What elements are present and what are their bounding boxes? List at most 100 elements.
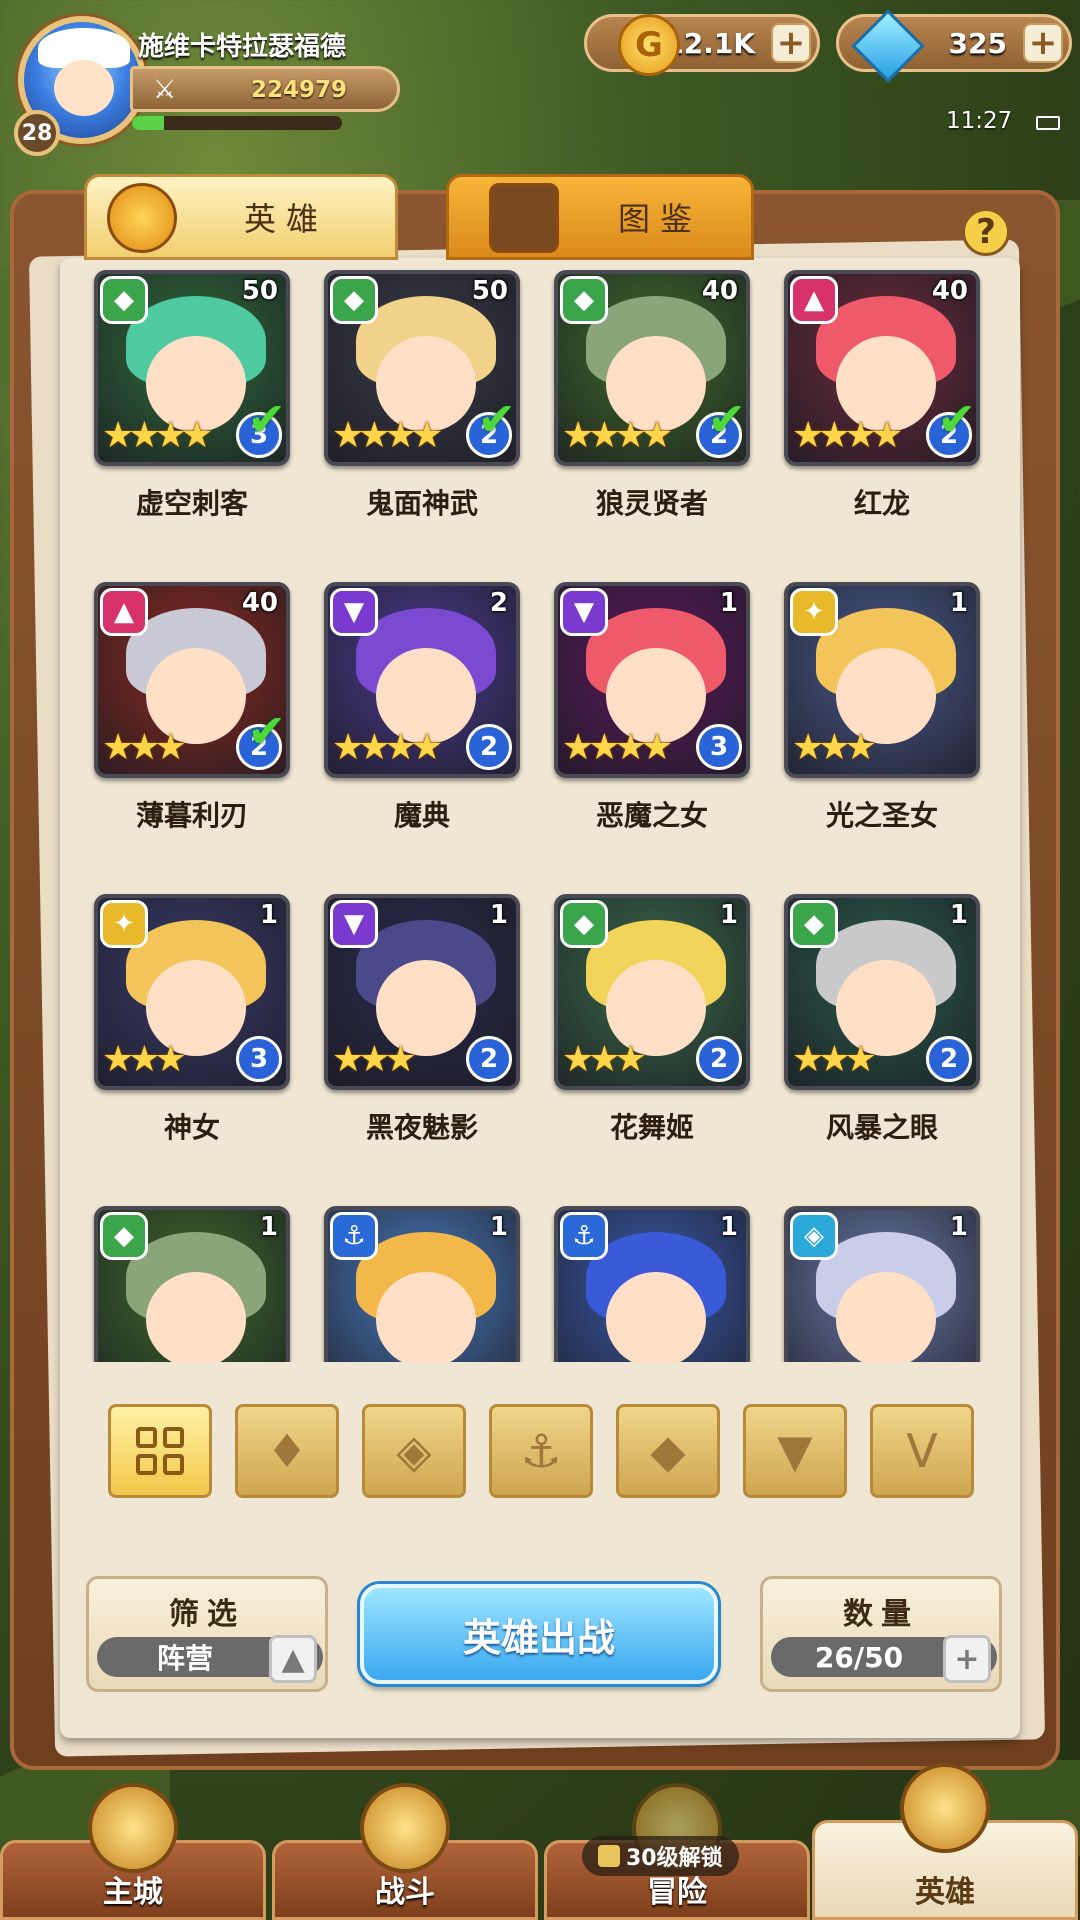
- hero-card[interactable]: ◆ 40 ★★★★ 2 ✔ 狼灵贤者: [554, 270, 750, 522]
- hero-card[interactable]: ◆ 1 ★★★ 2 风暴之眼: [784, 894, 980, 1146]
- faction-beast-icon: ◆: [560, 900, 608, 948]
- hero-name: 薄暮利刃: [135, 799, 248, 832]
- nav-battle-label: 战斗: [375, 1875, 435, 1910]
- hero-card[interactable]: ◈ 1: [784, 1206, 980, 1362]
- faction-demon-icon: ▼: [560, 588, 608, 636]
- gem-value: 325: [948, 27, 1007, 60]
- faction-dragon-icon: ▲: [790, 276, 838, 324]
- hero-level: 1: [489, 1212, 508, 1242]
- filter-nature-button[interactable]: ◈: [362, 1404, 466, 1498]
- hero-portrait: ◆ 1 ★★★ 2: [784, 894, 980, 1090]
- hero-portrait: ◆ 50 ★★★★ 3 ✔: [94, 270, 290, 466]
- filter-toggle-button[interactable]: ▲: [269, 1635, 317, 1683]
- hero-card[interactable]: ▲ 40 ★★★★ 2 ✔ 红龙: [784, 270, 980, 522]
- hero-level: 2: [489, 588, 508, 618]
- deployed-check-icon: ✔: [247, 704, 286, 758]
- nav-main-city[interactable]: 主城: [0, 1783, 266, 1920]
- star-rating: ★★★★: [102, 415, 213, 456]
- rank-badge: 2: [466, 724, 512, 770]
- player-name: 施维卡特拉瑟福德: [138, 32, 347, 62]
- hero-face: [376, 1272, 476, 1362]
- star-rating: ★★★★: [332, 415, 443, 456]
- hero-card[interactable]: ◆ 50 ★★★★ 3 ✔ 虚空刺客: [94, 270, 290, 522]
- star-rating: ★★★: [102, 1039, 187, 1080]
- count-label: 数量: [843, 1597, 919, 1632]
- hero-level: 1: [949, 900, 968, 930]
- hero-name: 鬼面神武: [365, 487, 478, 520]
- faction-beast-icon: ◆: [790, 900, 838, 948]
- tab-heroes[interactable]: 英雄: [84, 174, 398, 260]
- count-panel: 数量 26/50 +: [760, 1576, 1002, 1692]
- hero-face: [146, 1272, 246, 1362]
- star-rating: ★★★★: [562, 415, 673, 456]
- faction-beast-icon: ◆: [100, 276, 148, 324]
- crossed-swords-icon: [360, 1783, 450, 1873]
- hero-level: 50: [241, 276, 278, 306]
- helmet-icon: [107, 183, 177, 253]
- hero-card[interactable]: ▲ 40 ★★★ 2 ✔ 薄暮利刃: [94, 582, 290, 834]
- add-gold-button[interactable]: +: [771, 23, 811, 63]
- faction-beast-icon: ◆: [330, 276, 378, 324]
- nav-heroes[interactable]: 英雄: [812, 1763, 1078, 1920]
- deployed-check-icon: ✔: [937, 392, 976, 446]
- nav-battle[interactable]: 战斗: [272, 1783, 538, 1920]
- hero-card[interactable]: ◆ 1: [94, 1206, 290, 1362]
- deploy-heroes-button[interactable]: 英雄出战: [360, 1584, 718, 1684]
- holy-wings-icon: V: [906, 1424, 938, 1478]
- hero-card[interactable]: ◆ 1 ★★★ 2 花舞姬: [554, 894, 750, 1146]
- star-rating: ★★★: [102, 727, 187, 768]
- tab-codex[interactable]: 图鉴: [446, 174, 754, 260]
- filter-dragon-button[interactable]: ♦: [235, 1404, 339, 1498]
- hero-level: 1: [949, 588, 968, 618]
- add-gem-button[interactable]: +: [1023, 23, 1063, 63]
- hero-card[interactable]: ▼ 1 ★★★ 2 黑夜魅影: [324, 894, 520, 1146]
- hero-card[interactable]: ▼ 2 ★★★★ 2 魔典: [324, 582, 520, 834]
- star-rating: ★★★: [792, 1039, 877, 1080]
- deployed-check-icon: ✔: [477, 392, 516, 446]
- status-time: 11:27: [946, 108, 1013, 134]
- hero-portrait: ◆ 1 ★★★ 2: [554, 894, 750, 1090]
- hero-face: [836, 1272, 936, 1362]
- hero-card[interactable]: ✦ 1 ★★★ 光之圣女: [784, 582, 980, 834]
- star-rating: ★★★★: [562, 727, 673, 768]
- hero-name: 魔典: [393, 799, 450, 832]
- rhombus-crest-icon: ◈: [396, 1424, 432, 1478]
- hero-level: 1: [949, 1212, 968, 1242]
- filter-holy-button[interactable]: V: [870, 1404, 974, 1498]
- faction-beast-icon: ◆: [100, 1212, 148, 1260]
- expand-capacity-button[interactable]: +: [943, 1635, 991, 1683]
- hero-portrait: ◆ 50 ★★★★ 2 ✔: [324, 270, 520, 466]
- hero-portrait: ▼ 2 ★★★★ 2: [324, 582, 520, 778]
- filter-demon-button[interactable]: ▼: [743, 1404, 847, 1498]
- hero-name: 花舞姬: [609, 1111, 694, 1144]
- hero-card[interactable]: ◆ 50 ★★★★ 2 ✔ 鬼面神武: [324, 270, 520, 522]
- hero-portrait: ✦ 1 ★★★ 3: [94, 894, 290, 1090]
- hero-level: 40: [701, 276, 738, 306]
- filter-beast-button[interactable]: ◆: [616, 1404, 720, 1498]
- hero-card[interactable]: ⚓ 1: [324, 1206, 520, 1362]
- hero-portrait: ▲ 40 ★★★★ 2 ✔: [784, 270, 980, 466]
- hero-name: 黑夜魅影: [365, 1111, 478, 1144]
- hero-portrait: ◆ 1: [94, 1206, 290, 1362]
- help-button[interactable]: ?: [962, 208, 1010, 256]
- player-level-badge: 28: [14, 110, 60, 156]
- castle-icon: [88, 1783, 178, 1873]
- hero-name: 恶魔之女: [595, 799, 708, 832]
- filter-label: 筛选: [169, 1597, 245, 1632]
- hero-level: 1: [489, 900, 508, 930]
- rank-badge: 2: [466, 1036, 512, 1082]
- hero-card[interactable]: ⚓ 1: [554, 1206, 750, 1362]
- hero-level: 40: [931, 276, 968, 306]
- tab-heroes-label: 英雄: [243, 200, 328, 238]
- faction-ocean-icon: ⚓: [330, 1212, 378, 1260]
- tab-codex-label: 图鉴: [617, 200, 702, 238]
- faction-beast-icon: ◆: [560, 276, 608, 324]
- hero-portrait: ◆ 40 ★★★★ 2 ✔: [554, 270, 750, 466]
- avatar-face: [54, 60, 114, 116]
- filter-ocean-button[interactable]: ⚓: [489, 1404, 593, 1498]
- hero-card[interactable]: ▼ 1 ★★★★ 3 恶魔之女: [554, 582, 750, 834]
- filter-all-button[interactable]: [108, 1404, 212, 1498]
- hero-card[interactable]: ✦ 1 ★★★ 3 神女: [94, 894, 290, 1146]
- hero-portrait: ✦ 1 ★★★: [784, 582, 980, 778]
- hero-portrait: ▼ 1 ★★★ 2: [324, 894, 520, 1090]
